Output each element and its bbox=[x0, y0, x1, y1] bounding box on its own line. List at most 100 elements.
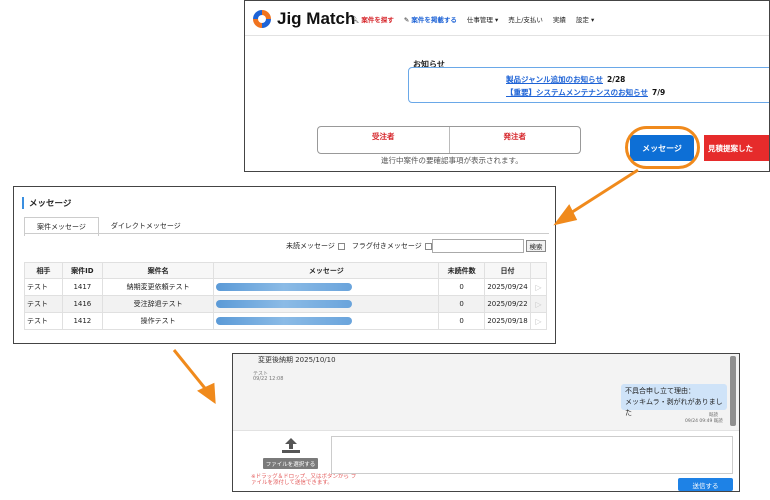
cell-message bbox=[213, 295, 440, 313]
cell-project-name: 受注辞退テスト bbox=[101, 295, 215, 313]
cell-date: 2025/09/24 bbox=[484, 278, 531, 296]
role-receiver-tab[interactable]: 受注者 bbox=[318, 127, 449, 153]
nav-sales[interactable]: 売上/支払い bbox=[508, 14, 543, 24]
cell-unread: 0 bbox=[438, 312, 486, 330]
filter-flag-label: フラグ付きメッセージ bbox=[351, 242, 422, 250]
cell-message bbox=[213, 278, 440, 296]
jigmatch-logo-icon bbox=[253, 10, 271, 28]
read-timestamp: 09/24 09:49 既読 bbox=[685, 419, 723, 424]
send-button[interactable]: 送信する bbox=[678, 478, 733, 491]
cell-unread: 0 bbox=[438, 295, 486, 313]
notice-date: 7/9 bbox=[651, 88, 666, 97]
nav-find-label: 案件を探す bbox=[361, 16, 394, 24]
col-action bbox=[529, 262, 548, 279]
col-project-name: 案件名 bbox=[101, 262, 215, 279]
chevron-down-icon: ▾ bbox=[591, 16, 595, 24]
estimate-button[interactable]: 見積提案した bbox=[704, 135, 769, 161]
arrowhead-icon bbox=[197, 382, 216, 405]
app-logo[interactable]: Jig Match bbox=[253, 9, 355, 29]
cell-date: 2025/09/18 bbox=[484, 312, 531, 330]
arrow-to-messages bbox=[565, 168, 639, 218]
col-partner: 相手 bbox=[24, 262, 63, 279]
filter-unread-checkbox[interactable] bbox=[337, 242, 345, 250]
notice-item: 【重要】システムメンテナンスのお知らせ 7/9 bbox=[506, 87, 665, 98]
cell-project-id: 1416 bbox=[61, 295, 103, 313]
cell-message bbox=[213, 312, 440, 330]
col-message: メッセージ bbox=[213, 262, 440, 279]
role-toggle: 受注者 発注者 bbox=[317, 126, 581, 154]
pencil-icon: ✎ bbox=[403, 16, 410, 24]
cell-unread: 0 bbox=[438, 278, 486, 296]
highlight-circle bbox=[625, 126, 700, 169]
app-name: Jig Match bbox=[277, 9, 356, 28]
notices-box: 製品ジャンル追加のお知らせ 2/28 【重要】システムメンテナンスのお知らせ 7/9 bbox=[408, 67, 769, 103]
tab-divider bbox=[24, 233, 549, 234]
chat-sent-time: 09/22 12:08 bbox=[253, 376, 284, 382]
chevron-down-icon: ▾ bbox=[494, 16, 499, 24]
cell-partner: テスト bbox=[24, 295, 63, 313]
cell-partner: テスト bbox=[24, 278, 63, 296]
message-filters: 未読メッセージ フラグ付きメッセージ bbox=[286, 241, 432, 251]
cell-project-name: 納期変更依頼テスト bbox=[101, 278, 215, 296]
redacted-message bbox=[216, 300, 353, 308]
chat-bubble-own: 不具合申し立て理由： メッキムラ・剥がれがありました bbox=[621, 384, 727, 417]
table-row[interactable]: テスト 1416 受注辞退テスト 0 2025/09/22 ▷ bbox=[24, 295, 548, 313]
nav-find-projects[interactable]: 🔍︎ 案件を探す bbox=[351, 14, 394, 24]
nav-results-label: 実績 bbox=[552, 16, 566, 24]
messages-panel: メッセージ 案件メッセージ ダイレクトメッセージ 未読メッセージ フラグ付きメッ… bbox=[13, 186, 556, 344]
notice-link[interactable]: 製品ジャンル追加のお知らせ bbox=[506, 75, 603, 84]
chat-previous-message: 変更後納期 2025/10/10 bbox=[258, 356, 336, 364]
nav-settings-label: 設定 bbox=[575, 16, 589, 24]
upload-icon bbox=[282, 438, 300, 453]
notice-item: 製品ジャンル追加のお知らせ 2/28 bbox=[506, 74, 625, 85]
cell-project-id: 1412 bbox=[61, 312, 103, 330]
cell-project-name: 操作テスト bbox=[101, 312, 215, 330]
chat-panel: 変更後納期 2025/10/10 テスト 09/22 12:08 不具合申し立て… bbox=[232, 353, 740, 492]
cell-date: 2025/09/22 bbox=[484, 295, 531, 313]
cell-action[interactable]: ▷ bbox=[529, 295, 548, 313]
search-input[interactable] bbox=[432, 239, 524, 253]
messages-table: 相手 案件ID 案件名 メッセージ 未読件数 日付 テスト 1417 納期変更依… bbox=[24, 262, 548, 330]
col-unread: 未読件数 bbox=[438, 262, 486, 279]
send-arrow-icon: ▷ bbox=[535, 316, 542, 326]
redacted-message bbox=[216, 283, 353, 291]
filter-unread-label: 未読メッセージ bbox=[286, 242, 335, 250]
message-textarea[interactable] bbox=[331, 436, 733, 474]
messages-title: メッセージ bbox=[22, 197, 71, 209]
col-date: 日付 bbox=[484, 262, 531, 279]
search-button[interactable]: 検索 bbox=[526, 240, 546, 252]
nav-sales-label: 売上/支払い bbox=[508, 16, 543, 24]
role-note: 進行中案件の要確認事項が表示されます。 bbox=[381, 156, 523, 165]
redacted-message bbox=[216, 317, 353, 325]
notice-date: 2/28 bbox=[606, 75, 626, 84]
table-row[interactable]: テスト 1412 操作テスト 0 2025/09/18 ▷ bbox=[24, 312, 548, 330]
drop-hint: ※ドラッグ＆ドロップ、又はボタンから ファイルを添付して送信できます。 bbox=[251, 474, 357, 486]
table-row[interactable]: テスト 1417 納期変更依頼テスト 0 2025/09/24 ▷ bbox=[24, 278, 548, 296]
search-icon: 🔍︎ bbox=[351, 16, 360, 24]
nav-post-project[interactable]: ✎ 案件を掲載する bbox=[404, 14, 457, 24]
role-orderer-tab[interactable]: 発注者 bbox=[448, 127, 581, 153]
send-arrow-icon: ▷ bbox=[535, 299, 542, 309]
jigmatch-header-panel: Jig Match 🔍︎ 案件を探す ✎ 案件を掲載する 仕事管理 ▾ 売上/支… bbox=[244, 0, 770, 172]
nav-post-label: 案件を掲載する bbox=[411, 16, 457, 24]
send-arrow-icon: ▷ bbox=[535, 282, 542, 292]
nav-results[interactable]: 実績 bbox=[553, 14, 566, 24]
table-header-row: 相手 案件ID 案件名 メッセージ 未読件数 日付 bbox=[24, 262, 548, 279]
col-project-id: 案件ID bbox=[61, 262, 103, 279]
chat-scrollbar[interactable] bbox=[730, 356, 736, 426]
cell-action[interactable]: ▷ bbox=[529, 312, 548, 330]
file-select-button[interactable]: ファイルを選択する bbox=[263, 458, 318, 469]
header-divider bbox=[245, 35, 769, 36]
nav-work-management[interactable]: 仕事管理 ▾ bbox=[467, 14, 498, 24]
arrow-to-chat bbox=[172, 349, 210, 393]
arrowhead-icon bbox=[553, 204, 578, 226]
filter-flag-checkbox[interactable] bbox=[424, 242, 432, 250]
cell-partner: テスト bbox=[24, 312, 63, 330]
nav-work-label: 仕事管理 bbox=[466, 16, 493, 24]
bubble-line: 不具合申し立て理由： bbox=[625, 387, 695, 395]
cell-project-id: 1417 bbox=[61, 278, 103, 296]
nav-settings[interactable]: 設定 ▾ bbox=[576, 14, 594, 24]
notice-link[interactable]: 【重要】システムメンテナンスのお知らせ bbox=[506, 88, 648, 97]
cell-action[interactable]: ▷ bbox=[529, 278, 548, 296]
top-navigation: 🔍︎ 案件を探す ✎ 案件を掲載する 仕事管理 ▾ 売上/支払い 実績 設定 ▾ bbox=[351, 14, 594, 24]
